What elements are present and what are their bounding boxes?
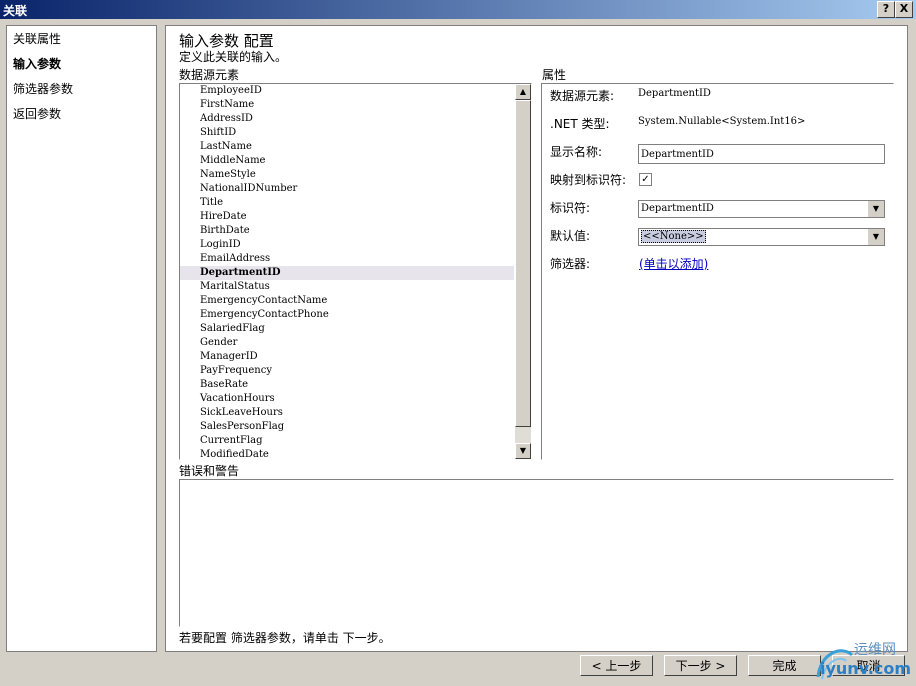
list-scrollbar[interactable]: ▲ ▼ [515,84,531,459]
type-value: System.Nullable<System.Int16> [638,116,806,127]
list-item[interactable]: EmergencyContactPhone [180,308,514,322]
list-item[interactable]: ModifiedDate [180,448,514,459]
nav-item-return-parameters[interactable]: 返回参数 [13,105,61,122]
list-item[interactable]: HireDate [180,210,514,224]
element-label: 数据源元素: [550,89,615,103]
window-title: 关联 [3,4,28,18]
list-item[interactable]: Gender [180,336,514,350]
list-item[interactable]: SickLeaveHours [180,406,514,420]
nav-item-filter-parameters[interactable]: 筛选器参数 [13,80,73,97]
source-label: 数据源元素 [179,68,240,82]
identifier-value: DepartmentID [641,203,714,214]
nav-item-input-parameters[interactable]: 输入参数 [13,55,61,72]
list-item[interactable]: AddressID [180,112,514,126]
default-value: <<None>> [641,230,706,243]
source-element-items: EmployeeID FirstName AddressID ShiftID LastN… [180,84,514,459]
map-to-identifier-checkbox[interactable]: ✓ [639,173,652,186]
nav-item-association-properties[interactable]: 关联属性 [13,30,61,47]
errors-box [179,479,894,627]
add-filter-link[interactable]: (单击以添加) [639,255,708,272]
list-item[interactable]: NameStyle [180,168,514,182]
list-item[interactable]: SalariedFlag [180,322,514,336]
chevron-down-icon[interactable]: ▼ [867,229,884,245]
default-value-label: 默认值: [550,229,591,243]
close-button[interactable]: X [895,1,913,18]
list-item[interactable]: FirstName [180,98,514,112]
source-element-list[interactable]: EmployeeID FirstName AddressID ShiftID LastN… [179,83,532,460]
list-item[interactable]: SalesPersonFlag [180,420,514,434]
list-item[interactable]: EmergencyContactName [180,294,514,308]
list-item[interactable]: PayFrequency [180,364,514,378]
map-to-identifier-label: 映射到标识符: [550,173,627,187]
list-item[interactable]: MaritalStatus [180,280,514,294]
nav-panel: 关联属性 输入参数 筛选器参数 返回参数 [6,25,157,652]
element-value: DepartmentID [638,88,711,99]
list-item[interactable]: Title [180,196,514,210]
scroll-thumb[interactable] [515,100,531,427]
type-label: .NET 类型: [550,117,610,131]
display-name-label: 显示名称: [550,145,603,159]
errors-label: 错误和警告 [179,464,240,478]
properties-panel: 数据源元素: DepartmentID .NET 类型: System.Null… [541,83,894,460]
list-item[interactable]: EmployeeID [180,84,514,98]
list-item[interactable]: BaseRate [180,378,514,392]
identifier-label: 标识符: [550,201,591,215]
help-button[interactable]: ? [877,1,895,18]
list-item[interactable]: NationalIDNumber [180,182,514,196]
default-value-select[interactable]: <<None>> ▼ [638,228,885,246]
list-item[interactable]: LoginID [180,238,514,252]
back-button[interactable]: < 上一步 [580,655,653,676]
title-bar: 关联 ? X [0,0,916,19]
scroll-down-icon[interactable]: ▼ [515,443,531,459]
filter-label: 筛选器: [550,257,591,271]
page-description: 定义此关联的输入。 [179,50,288,64]
hint-text: 若要配置 筛选器参数，请单击 下一步。 [179,631,391,645]
list-item[interactable]: BirthDate [180,224,514,238]
properties-label: 属性 [542,68,567,82]
identifier-select[interactable]: DepartmentID ▼ [638,200,885,218]
list-item[interactable]: CurrentFlag [180,434,514,448]
watermark-top: 运维网 [854,642,896,658]
list-item[interactable]: VacationHours [180,392,514,406]
scroll-up-icon[interactable]: ▲ [515,84,531,100]
display-name-input[interactable]: DepartmentID [638,144,885,164]
next-button[interactable]: 下一步 > [664,655,737,676]
finish-button[interactable]: 完成 [748,655,821,676]
chevron-down-icon[interactable]: ▼ [867,201,884,217]
watermark-bottom: iyunv.com [820,659,912,678]
list-item[interactable]: DepartmentID [180,266,514,280]
list-item[interactable]: LastName [180,140,514,154]
list-item[interactable]: MiddleName [180,154,514,168]
watermark-logo: 运维网 iyunv.com [812,639,912,683]
list-item[interactable]: ShiftID [180,126,514,140]
list-item[interactable]: EmailAddress [180,252,514,266]
list-item[interactable]: ManagerID [180,350,514,364]
